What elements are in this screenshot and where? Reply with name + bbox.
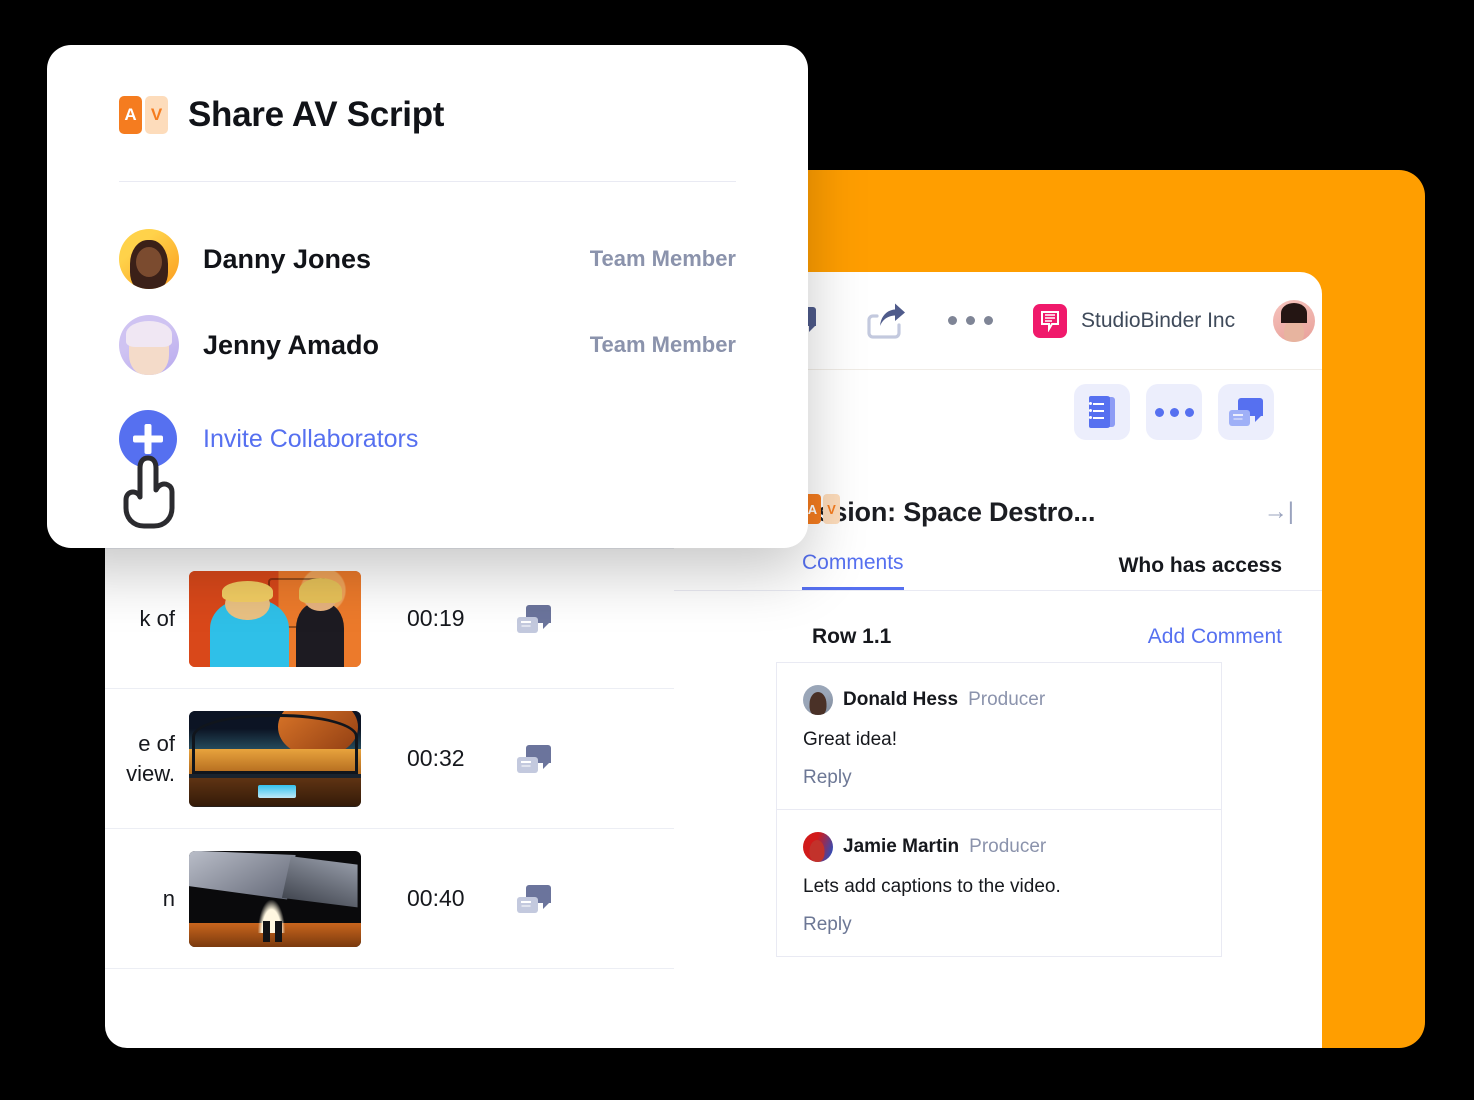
- script-row[interactable]: e of view. 00:32: [105, 688, 674, 828]
- script-row-timecode: 00:19: [407, 605, 483, 632]
- av-badge-a-letter: A: [119, 96, 142, 134]
- comment-header: Donald Hess Producer: [803, 685, 1195, 715]
- tab-who-has-access[interactable]: Who has access: [1119, 554, 1282, 590]
- donald-avatar: [803, 685, 833, 715]
- jenny-avatar: [119, 315, 179, 375]
- member-row[interactable]: Jenny Amado Team Member: [119, 302, 736, 388]
- script-view-button[interactable]: [1074, 384, 1130, 440]
- danny-avatar: [119, 229, 179, 289]
- spaceship-crew-thumbnail[interactable]: [189, 571, 361, 667]
- comment-text: Lets add captions to the video.: [803, 876, 1195, 898]
- hangar-silhouette-thumbnail[interactable]: [189, 851, 361, 947]
- script-row-comment-button[interactable]: [517, 885, 551, 913]
- member-name: Danny Jones: [203, 244, 371, 275]
- av-script-icon: A V: [119, 96, 168, 134]
- hand-cursor-icon: [118, 450, 194, 530]
- comment-role: Producer: [969, 836, 1046, 858]
- comment-header: Jamie Martin Producer: [803, 832, 1195, 862]
- more-actions-button[interactable]: [1146, 384, 1202, 440]
- comment-role: Producer: [968, 689, 1045, 711]
- script-row-comment-button[interactable]: [517, 605, 551, 633]
- share-dialog-header: A V Share AV Script: [47, 45, 808, 135]
- script-row-timecode: 00:40: [407, 885, 483, 912]
- script-row[interactable]: k of 00:19: [105, 548, 674, 688]
- av-script-badge: A V: [804, 494, 840, 524]
- cockpit-planet-thumbnail[interactable]: [189, 711, 361, 807]
- script-row-divider: [105, 968, 674, 980]
- script-row-text: k of: [113, 604, 185, 634]
- comment-icon: [517, 885, 551, 913]
- three-dots-icon: [1155, 408, 1194, 417]
- share-icon[interactable]: [864, 299, 908, 343]
- av-badge-v: V: [823, 494, 840, 524]
- user-avatar[interactable]: [1273, 300, 1315, 342]
- add-comment-button[interactable]: Add Comment: [1148, 625, 1282, 649]
- invite-collaborators-label[interactable]: Invite Collaborators: [203, 425, 418, 454]
- av-badge-v-letter: V: [145, 96, 168, 134]
- member-name: Jenny Amado: [203, 330, 379, 361]
- reply-button[interactable]: Reply: [803, 914, 1195, 936]
- member-role[interactable]: Team Member: [590, 332, 736, 358]
- comment-text: Great idea!: [803, 729, 1195, 751]
- member-list: Danny Jones Team Member Jenny Amado Team…: [47, 182, 808, 388]
- tab-comments[interactable]: Comments: [802, 551, 904, 590]
- row-label: Row 1.1: [812, 625, 891, 649]
- more-options-icon[interactable]: [948, 316, 993, 325]
- comment-icon: [517, 745, 551, 773]
- comment-item: Donald Hess Producer Great idea! Reply: [777, 663, 1221, 810]
- action-button-row: [1074, 384, 1274, 440]
- brand-name: StudioBinder Inc: [1081, 309, 1235, 333]
- member-role[interactable]: Team Member: [590, 246, 736, 272]
- member-row[interactable]: Danny Jones Team Member: [119, 216, 736, 302]
- screenshot-stage: StudioBinder Inc: [0, 0, 1474, 1100]
- script-row-comment-button[interactable]: [517, 745, 551, 773]
- comment-icon: [517, 605, 551, 633]
- comment-item: Jamie Martin Producer Lets add captions …: [777, 810, 1221, 957]
- share-dialog-title: Share AV Script: [188, 95, 444, 135]
- collapse-panel-icon[interactable]: →|: [1264, 498, 1294, 526]
- script-row-text: n: [113, 884, 185, 914]
- script-row-text: e of view.: [113, 729, 185, 788]
- comment-list: Donald Hess Producer Great idea! Reply J…: [776, 662, 1222, 957]
- comment-author: Donald Hess: [843, 689, 958, 711]
- script-row-timecode: 00:32: [407, 745, 483, 772]
- script-icon: [1089, 396, 1115, 428]
- studiobinder-logo-icon: [1033, 304, 1067, 338]
- script-row-list: k of 00:19 e of view.: [105, 548, 674, 980]
- reply-button[interactable]: Reply: [803, 767, 1195, 789]
- script-row[interactable]: n 00:40: [105, 828, 674, 968]
- jamie-avatar: [803, 832, 833, 862]
- comment-bubbles-icon: [1229, 398, 1263, 426]
- comment-author: Jamie Martin: [843, 836, 959, 858]
- comments-button[interactable]: [1218, 384, 1274, 440]
- comment-row-header: Row 1.1 Add Comment: [672, 612, 1322, 662]
